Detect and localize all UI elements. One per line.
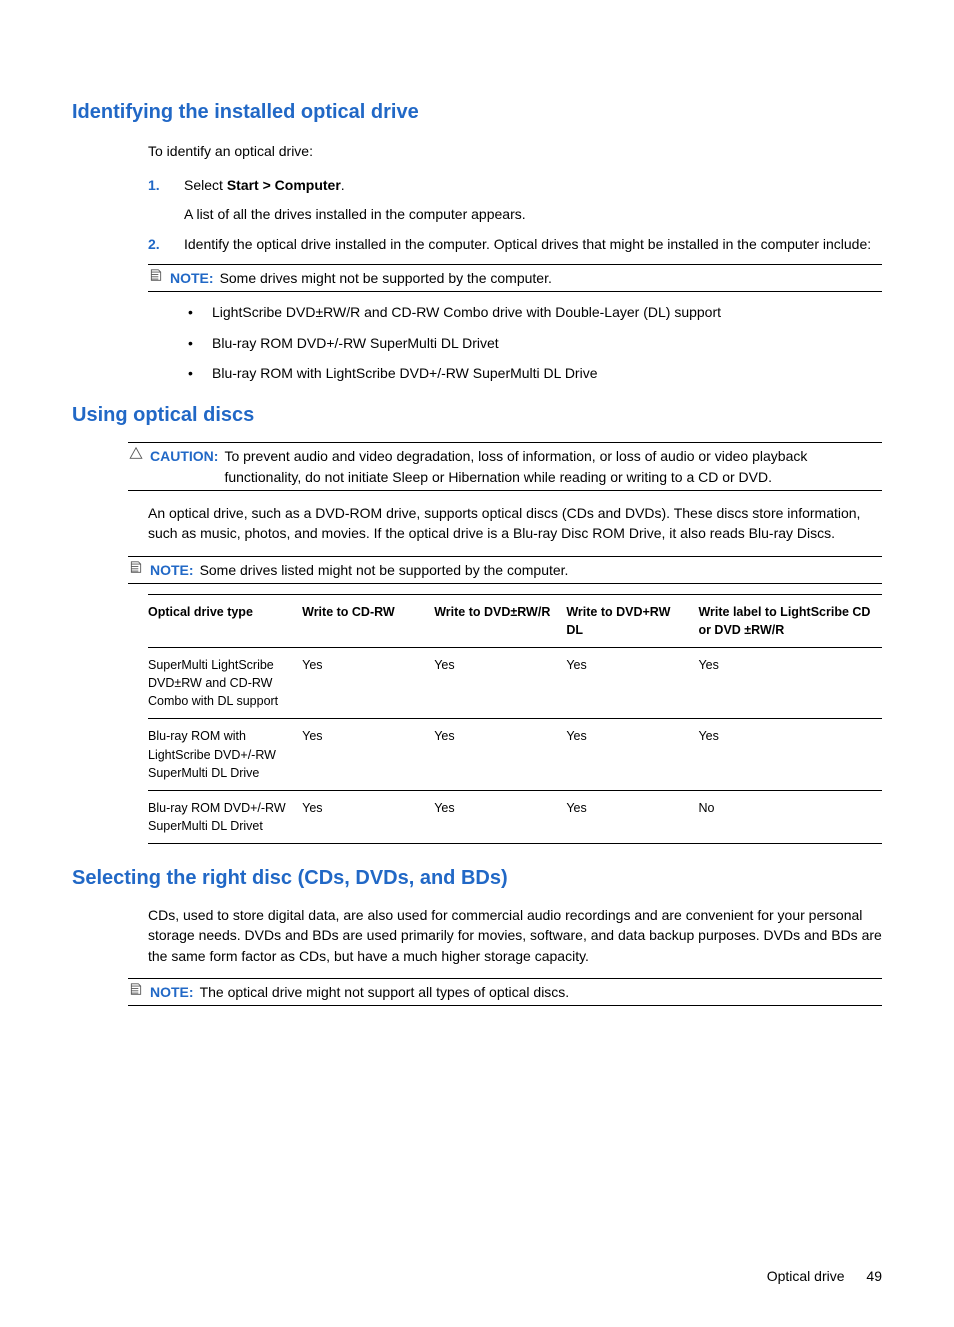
td: Yes [698, 648, 882, 719]
td: Yes [302, 719, 434, 790]
note-label: NOTE: [150, 560, 194, 580]
drive-table: Optical drive type Write to CD-RW Write … [148, 594, 882, 844]
step-1: 1. Select Start > Computer. A list of al… [148, 175, 882, 224]
note-label: NOTE: [150, 982, 194, 1002]
td: Yes [566, 648, 698, 719]
table-row: SuperMulti LightScribe DVD±RW and CD-RW … [148, 648, 882, 719]
td: Yes [434, 719, 566, 790]
caution-callout: CAUTION: To prevent audio and video degr… [128, 442, 882, 491]
drive-bullets: LightScribe DVD±RW/R and CD-RW Combo dri… [184, 302, 882, 383]
page-footer: Optical drive 49 [72, 1266, 882, 1286]
th: Optical drive type [148, 594, 302, 647]
bullet-item: Blu-ray ROM with LightScribe DVD+/-RW Su… [184, 363, 882, 383]
note-callout: NOTE: Some drives might not be supported… [148, 264, 882, 292]
td: No [698, 790, 882, 843]
note-text: Some drives might not be supported by th… [220, 268, 882, 288]
step-text: Identify the optical drive installed in … [184, 236, 871, 252]
note-icon [148, 268, 164, 287]
td: Yes [566, 790, 698, 843]
footer-section: Optical drive [767, 1268, 845, 1284]
td: Yes [302, 790, 434, 843]
td: Yes [434, 790, 566, 843]
th: Write to DVD+RW DL [566, 594, 698, 647]
td: Yes [302, 648, 434, 719]
steps-list: 1. Select Start > Computer. A list of al… [72, 175, 882, 254]
step-number: 1. [148, 175, 184, 224]
heading-identifying: Identifying the installed optical drive [72, 98, 882, 127]
step-number: 2. [148, 234, 184, 254]
note-text: Some drives listed might not be supporte… [200, 560, 882, 580]
td: SuperMulti LightScribe DVD±RW and CD-RW … [148, 648, 302, 719]
caution-label: CAUTION: [150, 446, 218, 466]
table-header-row: Optical drive type Write to CD-RW Write … [148, 594, 882, 647]
step-text-post: . [341, 177, 345, 193]
step-subtext: A list of all the drives installed in th… [184, 204, 882, 224]
heading-using: Using optical discs [72, 401, 882, 430]
note-label: NOTE: [170, 268, 214, 288]
caution-icon [128, 446, 144, 465]
table-row: Blu-ray ROM DVD+/-RW SuperMulti DL Drive… [148, 790, 882, 843]
step-bold: Start > Computer [227, 177, 341, 193]
table-row: Blu-ray ROM with LightScribe DVD+/-RW Su… [148, 719, 882, 790]
td: Yes [698, 719, 882, 790]
footer-page-number: 49 [866, 1268, 882, 1284]
note-text: The optical drive might not support all … [200, 982, 882, 1002]
step-text-pre: Select [184, 177, 227, 193]
note-icon [128, 560, 144, 579]
step-2: 2. Identify the optical drive installed … [148, 234, 882, 254]
section2-para: An optical drive, such as a DVD-ROM driv… [148, 503, 882, 544]
intro-text: To identify an optical drive: [148, 141, 882, 161]
caution-text: To prevent audio and video degradation, … [224, 446, 882, 487]
section3-para: CDs, used to store digital data, are als… [148, 905, 882, 966]
td: Blu-ray ROM with LightScribe DVD+/-RW Su… [148, 719, 302, 790]
bullet-item: Blu-ray ROM DVD+/-RW SuperMulti DL Drive… [184, 333, 882, 353]
th: Write to DVD±RW/R [434, 594, 566, 647]
note-callout-2: NOTE: Some drives listed might not be su… [128, 556, 882, 584]
th: Write label to LightScribe CD or DVD ±RW… [698, 594, 882, 647]
bullet-item: LightScribe DVD±RW/R and CD-RW Combo dri… [184, 302, 882, 322]
td: Blu-ray ROM DVD+/-RW SuperMulti DL Drive… [148, 790, 302, 843]
td: Yes [566, 719, 698, 790]
td: Yes [434, 648, 566, 719]
note-callout-3: NOTE: The optical drive might not suppor… [128, 978, 882, 1006]
note-icon [128, 982, 144, 1001]
th: Write to CD-RW [302, 594, 434, 647]
heading-selecting: Selecting the right disc (CDs, DVDs, and… [72, 864, 882, 893]
